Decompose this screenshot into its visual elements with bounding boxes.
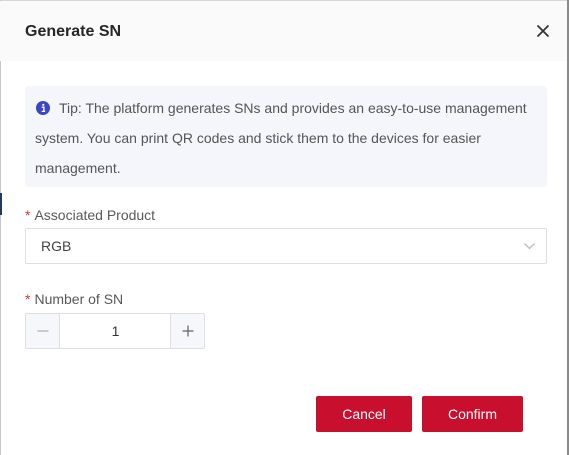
close-button[interactable] <box>534 22 552 40</box>
product-label-text: Associated Product <box>34 207 156 223</box>
required-mark: * <box>25 291 31 307</box>
chevron-down-icon <box>524 243 535 250</box>
increment-button[interactable] <box>170 314 204 348</box>
tip-box: Tip: The platform generates SNs and prov… <box>25 86 547 187</box>
close-icon <box>537 25 549 37</box>
required-mark: * <box>25 207 31 223</box>
decrement-button[interactable] <box>26 314 60 348</box>
background-edge <box>0 193 2 215</box>
plus-icon <box>182 325 194 337</box>
generate-sn-dialog: Generate SN Tip: The platform generates … <box>0 0 569 455</box>
sn-count-stepper: 1 <box>25 313 205 349</box>
product-select[interactable]: RGB <box>25 228 547 264</box>
product-select-value: RGB <box>41 238 72 254</box>
sn-count-label-text: Number of SN <box>34 291 124 307</box>
dialog-title: Generate SN <box>25 23 122 40</box>
confirm-button[interactable]: Confirm <box>422 396 523 432</box>
dialog-header: Generate SN <box>0 1 567 61</box>
sn-count-label: * Number of SN <box>25 291 123 307</box>
tip-text: Tip: The platform generates SNs and prov… <box>35 100 527 176</box>
frame-edge <box>0 0 1 455</box>
product-label: * Associated Product <box>25 207 155 223</box>
sn-count-input[interactable]: 1 <box>61 314 170 348</box>
cancel-button[interactable]: Cancel <box>316 396 412 432</box>
minus-icon <box>37 330 49 332</box>
